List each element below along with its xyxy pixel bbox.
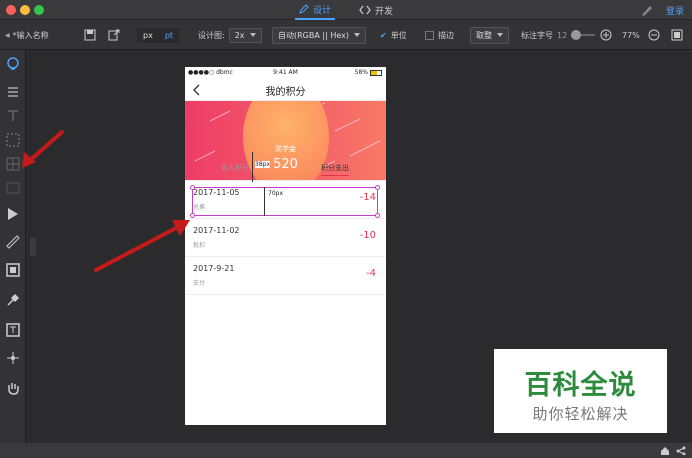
status-bar [0, 443, 692, 458]
share-icon[interactable] [676, 446, 686, 455]
watermark-logo: 百科全说 助你轻松解决 [494, 349, 667, 433]
watermark-subtitle: 助你轻松解决 [532, 405, 629, 423]
arrow-to-sidebar-icon [22, 130, 64, 168]
arrow-to-measure-box [94, 220, 190, 272]
home-icon[interactable] [660, 446, 670, 455]
watermark-title: 百科全说 [524, 370, 637, 401]
